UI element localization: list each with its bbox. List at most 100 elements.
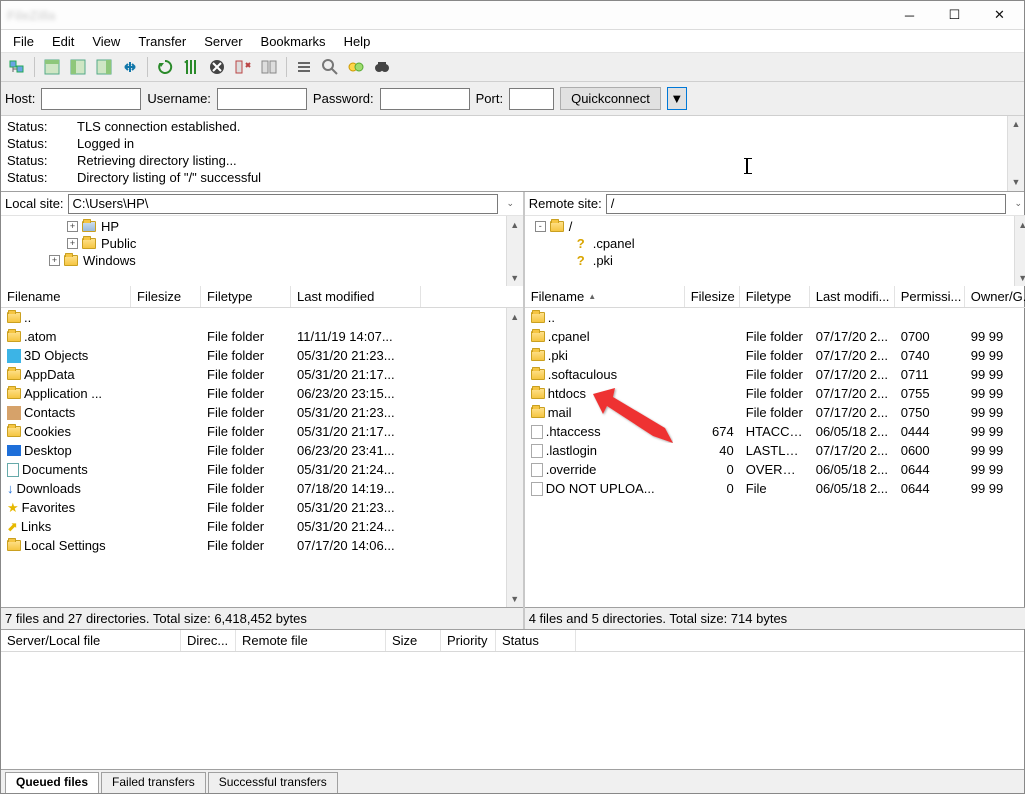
file-row[interactable]: ↓DownloadsFile folder07/18/20 14:19... [1, 479, 523, 498]
tree-item[interactable]: +Windows [5, 252, 519, 269]
file-row[interactable]: .. [1, 308, 523, 327]
compare-button[interactable] [344, 55, 368, 79]
remote-file-list[interactable]: Filename▲FilesizeFiletypeLast modifi...P… [525, 286, 1025, 607]
file-row[interactable]: ContactsFile folder05/31/20 21:23... [1, 403, 523, 422]
file-row[interactable]: CookiesFile folder05/31/20 21:17... [1, 422, 523, 441]
column-header[interactable]: Filesize [131, 286, 201, 307]
column-header[interactable]: Owner/G... [965, 286, 1025, 307]
file-row[interactable]: .override0OVERRI...06/05/18 2...064499 9… [525, 460, 1025, 479]
file-row[interactable]: ⬈LinksFile folder05/31/20 21:24... [1, 517, 523, 536]
queue-column-header[interactable]: Direc... [181, 630, 236, 651]
column-header[interactable]: Last modified [291, 286, 421, 307]
filter-button[interactable] [292, 55, 316, 79]
file-row[interactable]: mailFile folder07/17/20 2...075099 99 [525, 403, 1025, 422]
local-tree-scrollbar[interactable]: ▲ ▼ [506, 216, 523, 286]
quickconnect-dropdown[interactable]: ▼ [667, 87, 687, 110]
column-header[interactable]: Permissi... [895, 286, 965, 307]
column-header[interactable]: Filename▲ [525, 286, 685, 307]
site-manager-button[interactable] [5, 55, 29, 79]
host-input[interactable] [41, 88, 141, 110]
menu-view[interactable]: View [84, 32, 128, 51]
close-button[interactable]: ✕ [977, 1, 1022, 29]
scroll-up-icon[interactable]: ▲ [507, 216, 523, 233]
queue-columns-header[interactable]: Server/Local fileDirec...Remote fileSize… [1, 630, 1024, 652]
tree-expander[interactable]: + [67, 221, 78, 232]
tree-expander[interactable]: + [67, 238, 78, 249]
reconnect-button[interactable] [257, 55, 281, 79]
queue-column-header[interactable]: Remote file [236, 630, 386, 651]
column-header[interactable]: Filename [1, 286, 131, 307]
tab-failed-transfers[interactable]: Failed transfers [101, 772, 206, 793]
file-row[interactable]: .atomFile folder11/11/19 14:07... [1, 327, 523, 346]
file-row[interactable]: Local SettingsFile folder07/17/20 14:06.… [1, 536, 523, 555]
local-path-dropdown-icon[interactable]: ⌄ [502, 195, 519, 212]
password-input[interactable] [380, 88, 470, 110]
file-row[interactable]: .pkiFile folder07/17/20 2...074099 99 [525, 346, 1025, 365]
file-row[interactable]: DO NOT UPLOA...0File06/05/18 2...064499 … [525, 479, 1025, 498]
remote-path-input[interactable] [606, 194, 1006, 214]
cancel-button[interactable] [205, 55, 229, 79]
menu-edit[interactable]: Edit [44, 32, 82, 51]
search-button[interactable] [318, 55, 342, 79]
username-input[interactable] [217, 88, 307, 110]
scroll-down-icon[interactable]: ▼ [1008, 174, 1024, 191]
file-row[interactable]: .lastlogin40LASTLO...07/17/20 2...060099… [525, 441, 1025, 460]
tree-expander[interactable]: - [535, 221, 546, 232]
tree-expander[interactable]: + [49, 255, 60, 266]
file-row[interactable]: htdocsFile folder07/17/20 2...075599 99 [525, 384, 1025, 403]
log-scrollbar[interactable]: ▲ ▼ [1007, 116, 1024, 191]
remote-tree-scrollbar[interactable]: ▲ ▼ [1014, 216, 1025, 286]
binoculars-button[interactable] [370, 55, 394, 79]
queue-column-header[interactable]: Server/Local file [1, 630, 181, 651]
file-row[interactable]: .htaccess674HTACCE...06/05/18 2...044499… [525, 422, 1025, 441]
tree-item[interactable]: ?.cpanel [529, 235, 1025, 252]
tab-successful-transfers[interactable]: Successful transfers [208, 772, 338, 793]
column-header[interactable]: Filetype [201, 286, 291, 307]
refresh-button[interactable] [153, 55, 177, 79]
menu-transfer[interactable]: Transfer [130, 32, 194, 51]
file-row[interactable]: ★FavoritesFile folder05/31/20 21:23... [1, 498, 523, 517]
queue-column-header[interactable]: Status [496, 630, 576, 651]
remote-columns-header[interactable]: Filename▲FilesizeFiletypeLast modifi...P… [525, 286, 1025, 308]
process-queue-button[interactable] [179, 55, 203, 79]
remote-directory-tree[interactable]: -/?.cpanel?.pki ▲ ▼ [525, 216, 1025, 286]
tree-item[interactable]: ?.pki [529, 252, 1025, 269]
quickconnect-button[interactable]: Quickconnect [560, 87, 661, 110]
file-row[interactable]: AppDataFile folder05/31/20 21:17... [1, 365, 523, 384]
remote-path-dropdown-icon[interactable]: ⌄ [1010, 195, 1025, 212]
menu-bookmarks[interactable]: Bookmarks [253, 32, 334, 51]
file-row[interactable]: Application ...File folder06/23/20 23:15… [1, 384, 523, 403]
tree-item[interactable]: +Public [5, 235, 519, 252]
tab-queued-files[interactable]: Queued files [5, 772, 99, 793]
menu-file[interactable]: File [5, 32, 42, 51]
disconnect-button[interactable] [231, 55, 255, 79]
toggle-queue-button[interactable] [118, 55, 142, 79]
tree-item[interactable]: +HP [5, 218, 519, 235]
scroll-down-icon[interactable]: ▼ [507, 269, 523, 286]
port-input[interactable] [509, 88, 554, 110]
queue-column-header[interactable]: Priority [441, 630, 496, 651]
column-header[interactable]: Filesize [685, 286, 740, 307]
maximize-button[interactable]: ☐ [932, 1, 977, 29]
queue-column-header[interactable]: Size [386, 630, 441, 651]
local-file-scrollbar[interactable]: ▲ ▼ [506, 308, 523, 607]
local-file-list[interactable]: FilenameFilesizeFiletypeLast modified ..… [1, 286, 523, 607]
menu-help[interactable]: Help [336, 32, 379, 51]
file-row[interactable]: DocumentsFile folder05/31/20 21:24... [1, 460, 523, 479]
toggle-local-tree-button[interactable] [66, 55, 90, 79]
toggle-log-button[interactable] [40, 55, 64, 79]
toggle-remote-tree-button[interactable] [92, 55, 116, 79]
scroll-down-icon[interactable]: ▼ [507, 590, 523, 607]
file-row[interactable]: .softaculousFile folder07/17/20 2...0711… [525, 365, 1025, 384]
scroll-up-icon[interactable]: ▲ [507, 308, 523, 325]
file-row[interactable]: 3D ObjectsFile folder05/31/20 21:23... [1, 346, 523, 365]
file-row[interactable]: DesktopFile folder06/23/20 23:41... [1, 441, 523, 460]
local-columns-header[interactable]: FilenameFilesizeFiletypeLast modified [1, 286, 523, 308]
local-path-input[interactable] [68, 194, 498, 214]
scroll-up-icon[interactable]: ▲ [1015, 216, 1025, 233]
file-row[interactable]: .cpanelFile folder07/17/20 2...070099 99 [525, 327, 1025, 346]
scroll-up-icon[interactable]: ▲ [1008, 116, 1024, 133]
minimize-button[interactable]: ─ [887, 1, 932, 29]
tree-item[interactable]: -/ [529, 218, 1025, 235]
scroll-down-icon[interactable]: ▼ [1015, 269, 1025, 286]
